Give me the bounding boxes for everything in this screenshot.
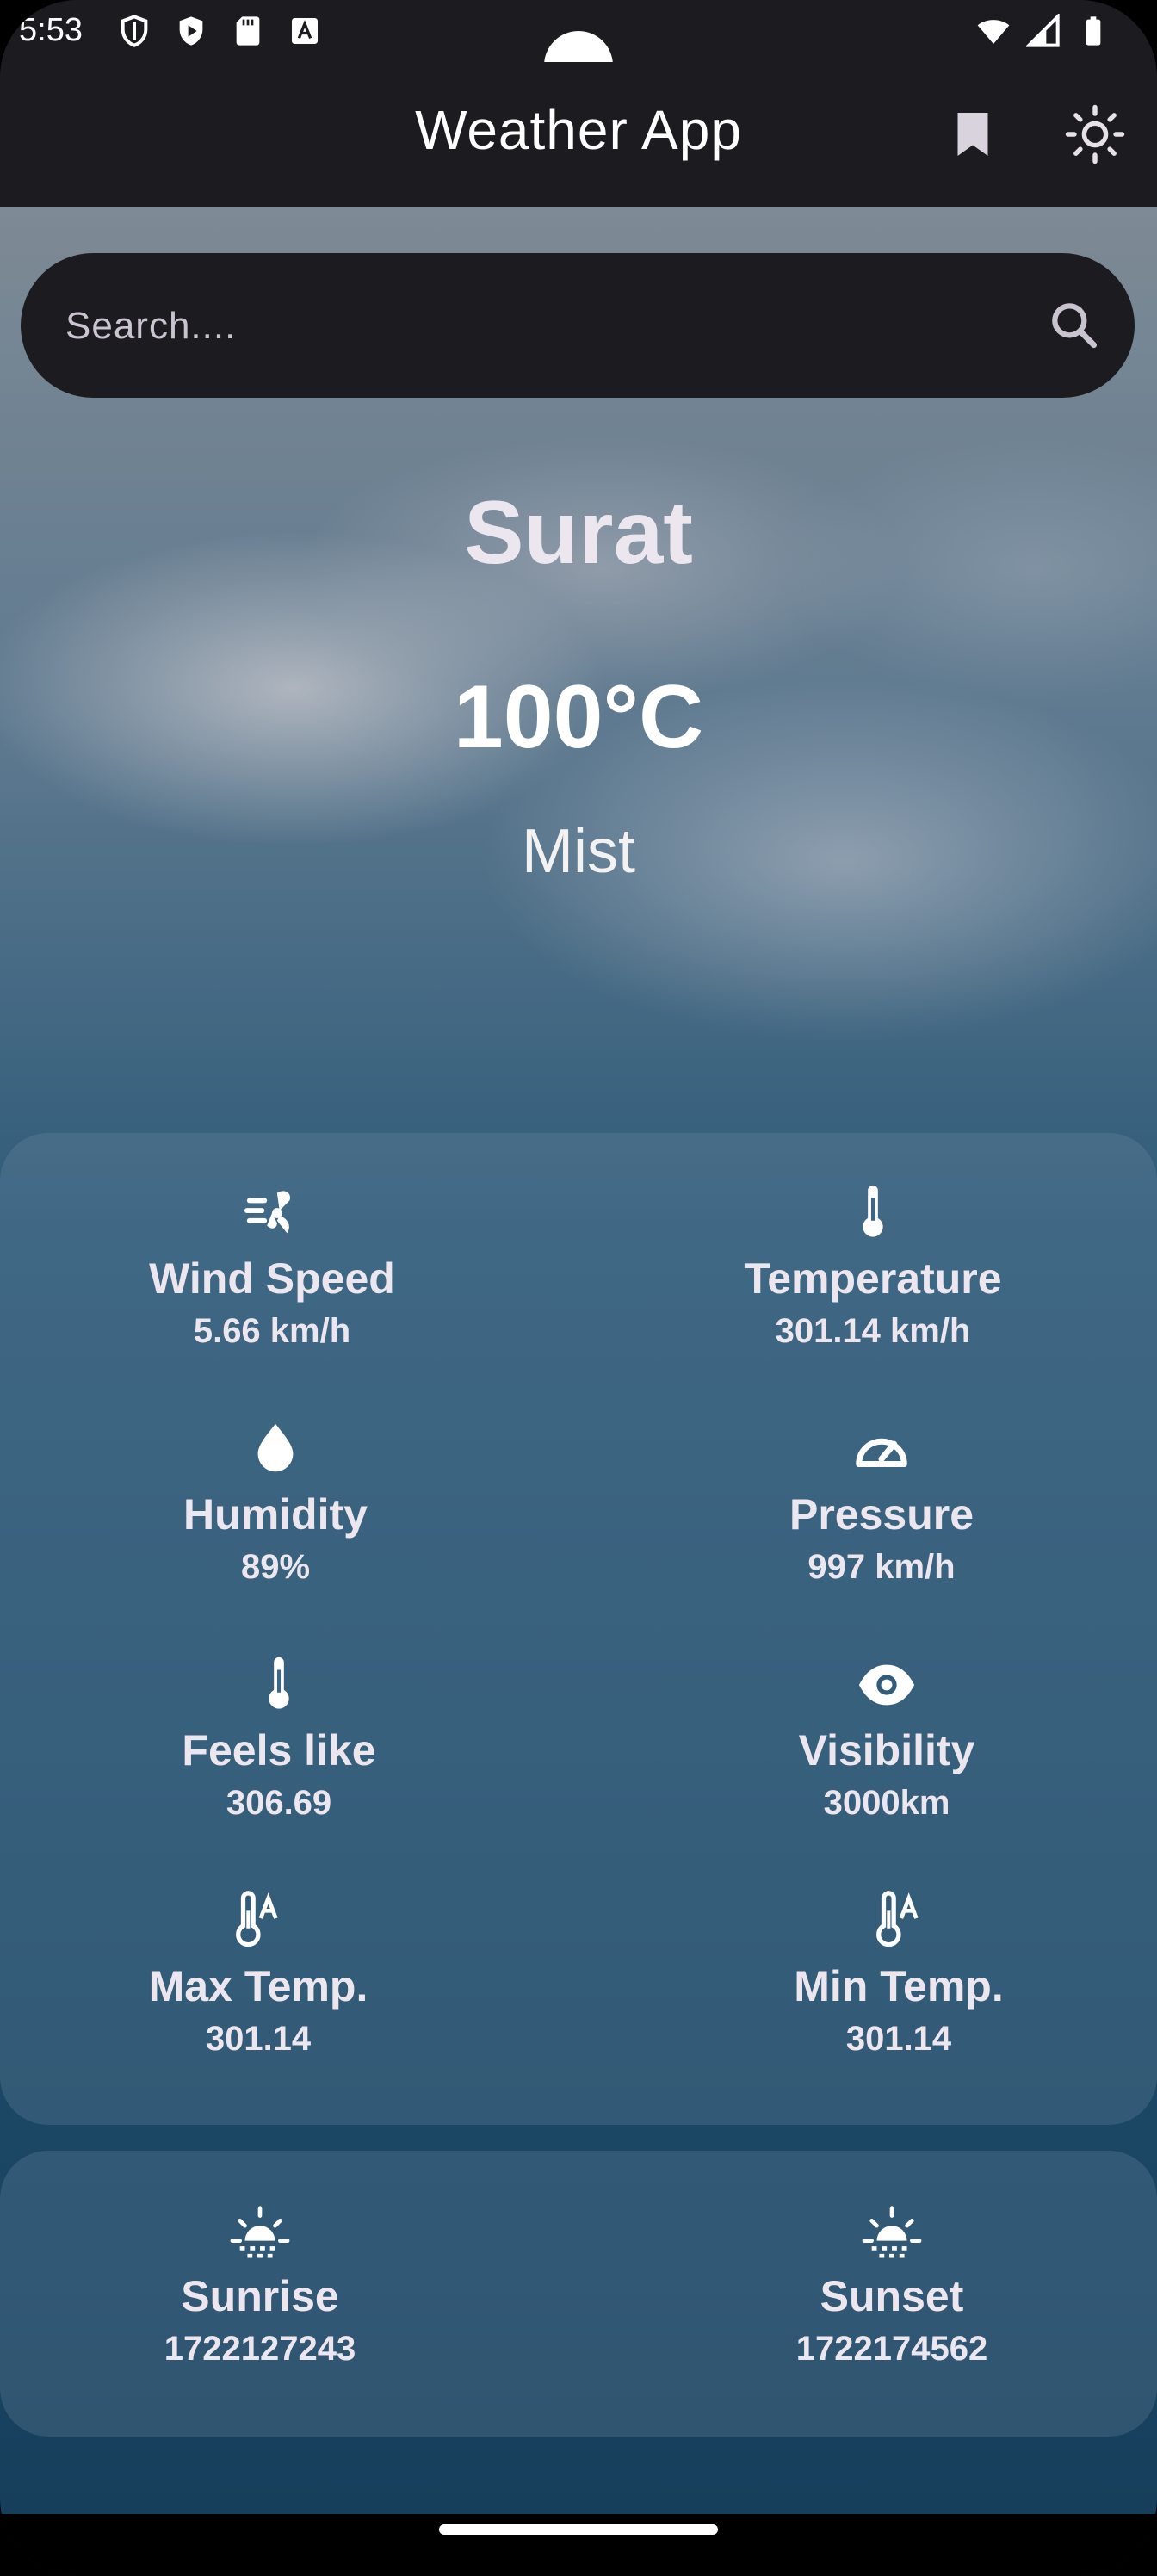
sun-times-card: Sunrise 1722127243 Sunset 1722174562: [0, 2151, 1157, 2437]
stat-label: Humidity: [183, 1490, 368, 1539]
stat-feels-like: Feels like 306.69: [21, 1655, 537, 1823]
keyboard-a-icon: [288, 14, 322, 48]
thermometer-auto-icon: [0, 1891, 517, 1951]
app-bar: Weather App: [0, 62, 1157, 207]
stat-temperature: Temperature 301.14 km/h: [615, 1183, 1131, 1351]
current-temperature: 100°C: [453, 667, 704, 767]
stat-value: 301.14: [205, 2020, 312, 2058]
weather-details-card: Wind Speed 5.66 km/h Temperature 301.14 …: [0, 1133, 1157, 2125]
stat-value: 5.66 km/h: [193, 1312, 351, 1350]
thermometer-auto-icon: [640, 1891, 1157, 1951]
home-gesture-handle[interactable]: [439, 2524, 718, 2535]
stat-label: Pressure: [789, 1490, 974, 1539]
stat-value: 301.14 km/h: [775, 1312, 971, 1350]
stat-label: Temperature: [744, 1254, 1002, 1303]
stat-label: Wind Speed: [149, 1254, 395, 1303]
navigation-bar: [0, 2514, 1157, 2576]
cellular-signal-icon: [1026, 14, 1061, 48]
sunset-icon: [634, 2201, 1150, 2261]
stat-value: 306.69: [226, 1784, 332, 1822]
bookmark-button[interactable]: [947, 108, 999, 160]
stat-label: Sunset: [820, 2272, 964, 2320]
brightness-icon: [1064, 104, 1126, 169]
search-input[interactable]: [64, 253, 1014, 399]
stat-wind-speed: Wind Speed 5.66 km/h: [14, 1183, 530, 1351]
status-notification-icons: [117, 14, 322, 48]
stat-value: 3000km: [823, 1784, 950, 1822]
stat-sunset: Sunset 1722174562: [634, 2201, 1150, 2369]
play-protect-icon: [174, 14, 208, 48]
theme-toggle-button[interactable]: [1064, 103, 1126, 165]
city-name: Surat: [464, 483, 693, 583]
stat-min-temp: Min Temp. 301.14: [640, 1891, 1157, 2059]
weather-condition: Mist: [522, 817, 635, 886]
thermometer-icon: [21, 1655, 537, 1715]
battery-icon: [1076, 14, 1111, 48]
search-icon: [1045, 303, 1104, 358]
stat-value: 1722127243: [164, 2330, 356, 2368]
stat-value: 301.14: [845, 2020, 952, 2058]
search-button[interactable]: [1045, 296, 1104, 355]
stat-label: Visibility: [798, 1726, 975, 1774]
weather-app-screen: 5:53 Weather App Search.... Surat 100°C …: [0, 0, 1157, 2576]
eye-icon: [628, 1655, 1145, 1715]
sunrise-icon: [2, 2201, 518, 2261]
stat-value: 89%: [240, 1548, 311, 1586]
stat-label: Max Temp.: [148, 1962, 368, 2010]
status-system-icons: [976, 14, 1111, 48]
stat-value: 997 km/h: [807, 1548, 956, 1586]
sd-card-icon: [231, 14, 265, 48]
wifi-icon: [976, 14, 1011, 48]
pressure-gauge-icon: [623, 1419, 1140, 1479]
shield-icon: [117, 14, 152, 48]
stat-label: Min Temp.: [794, 1962, 1004, 2010]
humidity-drop-icon: [17, 1419, 534, 1479]
stat-visibility: Visibility 3000km: [628, 1655, 1145, 1823]
stat-humidity: Humidity 89%: [17, 1419, 534, 1587]
status-time: 5:53: [19, 12, 83, 48]
stat-pressure: Pressure 997 km/h: [623, 1419, 1140, 1587]
stat-label: Sunrise: [181, 2272, 339, 2320]
thermometer-icon: [615, 1183, 1131, 1243]
wind-icon: [14, 1183, 530, 1243]
stat-value: 1722174562: [795, 2330, 988, 2368]
stat-max-temp: Max Temp. 301.14: [0, 1891, 517, 2059]
search-bar: [21, 253, 1135, 399]
bookmark-icon: [947, 113, 999, 164]
stat-label: Feels like: [182, 1726, 376, 1774]
stat-sunrise: Sunrise 1722127243: [2, 2201, 518, 2369]
